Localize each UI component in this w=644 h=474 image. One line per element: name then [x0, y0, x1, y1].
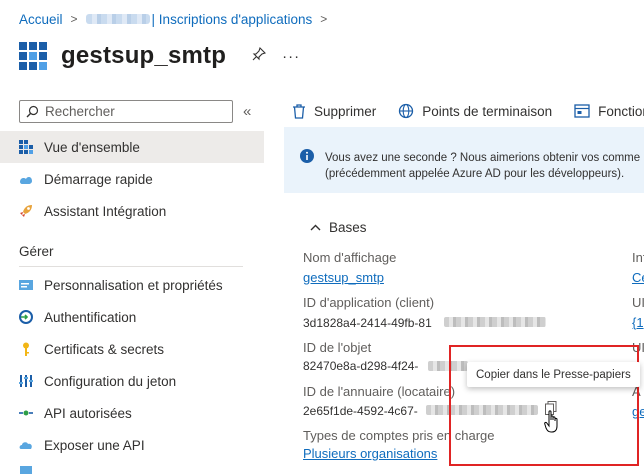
right-col-link-1[interactable]: Ce: [632, 270, 644, 285]
banner-text: Vous avez une seconde ? Nous aimerions o…: [325, 150, 640, 182]
display-name-link[interactable]: gestsup_smtp: [303, 270, 384, 285]
sidebar: « Vue d'ensemble Démarrage rapide Assist…: [0, 96, 264, 474]
breadcrumb-home-link[interactable]: Accueil: [19, 12, 63, 27]
sidebar-item-branding[interactable]: Personnalisation et propriétés: [0, 269, 264, 301]
object-id-value: 82470e8a-d298-4f24-: [303, 359, 419, 373]
sidebar-item-partial[interactable]: [0, 461, 264, 474]
endpoints-button[interactable]: Points de terminaison: [398, 103, 552, 119]
sidebar-item-quickstart[interactable]: Démarrage rapide: [0, 163, 264, 195]
sidebar-item-label: API autorisées: [44, 405, 132, 421]
delete-button[interactable]: Supprimer: [292, 104, 376, 119]
banner-line-1: Vous avez une seconde ? Nous aimerions o…: [325, 152, 641, 164]
command-bar: Supprimer Points de terminaison Fonction…: [284, 96, 644, 126]
app-id-value: 3d1828a4-2414-49fb-81: [303, 316, 432, 330]
search-input[interactable]: [45, 104, 225, 119]
redacted-app-id: [444, 317, 546, 327]
sidebar-item-label: Certificats & secrets: [44, 341, 165, 357]
sidebar-item-label: Assistant Intégration: [44, 203, 167, 219]
search-icon: [26, 105, 39, 118]
sidebar-item-label: Exposer une API: [44, 437, 145, 453]
banner-line-2: (précédemment appelée Azure AD pour les …: [325, 168, 625, 180]
right-col-label-2: UI: [632, 295, 644, 310]
sidebar-item-label: Configuration du jeton: [44, 373, 177, 389]
sidebar-item-label: Personnalisation et propriétés: [44, 277, 223, 293]
breadcrumb-app-registrations-link[interactable]: | Inscriptions d'applications: [152, 12, 313, 27]
divider: [19, 266, 243, 267]
sidebar-item-label: Authentification: [44, 309, 137, 325]
chevron-right-icon: >: [70, 12, 78, 26]
tenant-id-label: ID de l'annuaire (locataire): [303, 384, 456, 399]
key-icon: [17, 340, 35, 358]
pin-icon[interactable]: [252, 46, 267, 65]
search-box[interactable]: [19, 100, 233, 123]
quickstart-icon: [17, 170, 35, 188]
section-header-manage: Gérer: [19, 244, 54, 259]
features-button[interactable]: Fonctionnal: [574, 104, 644, 119]
breadcrumb: Accueil > | Inscriptions d'applications …: [19, 10, 335, 28]
chevron-right-icon: >: [320, 12, 328, 26]
sidebar-item-integration-assistant[interactable]: Assistant Intégration: [0, 195, 264, 227]
trash-icon: [292, 103, 306, 119]
globe-icon: [398, 103, 414, 119]
chevron-up-icon: [310, 224, 321, 231]
endpoints-label: Points de terminaison: [422, 103, 553, 119]
right-col-label-1: Inf: [632, 250, 644, 265]
cloud-icon: [17, 436, 35, 454]
sidebar-item-label: Vue d'ensemble: [44, 139, 140, 155]
api-permissions-icon: [17, 404, 35, 422]
features-label: Fonctionnal: [598, 103, 644, 119]
page-title: gestsup_smtp: [61, 42, 227, 69]
overview-icon: [17, 138, 35, 156]
authentication-icon: [17, 308, 35, 326]
delete-label: Supprimer: [314, 103, 377, 119]
tenant-id-value: 2e65f1de-4592-4c67-: [303, 404, 418, 418]
sidebar-item-authentication[interactable]: Authentification: [0, 301, 264, 333]
essentials-label: Bases: [329, 220, 367, 235]
sidebar-item-overview[interactable]: Vue d'ensemble: [0, 131, 264, 163]
token-config-icon: [17, 372, 35, 390]
more-options-icon[interactable]: ···: [282, 48, 300, 65]
title-row: gestsup_smtp ···: [19, 38, 300, 74]
display-name-label: Nom d'affichage: [303, 250, 397, 265]
sidebar-item-label: Démarrage rapide: [44, 171, 153, 187]
branding-icon: [17, 276, 35, 294]
sidebar-item-api-permissions[interactable]: API autorisées: [0, 397, 264, 429]
sidebar-item-certificates[interactable]: Certificats & secrets: [0, 333, 264, 365]
partial-item-icon: [17, 461, 35, 474]
hand-cursor-icon: [544, 410, 562, 437]
app-id-label: ID d'application (client): [303, 295, 435, 310]
sidebar-item-token-config[interactable]: Configuration du jeton: [0, 365, 264, 397]
app-registration-icon: [19, 42, 47, 70]
essentials-toggle[interactable]: Bases: [310, 220, 367, 235]
account-types-link[interactable]: Plusieurs organisations: [303, 446, 437, 461]
right-col-link-2[interactable]: {1: [632, 315, 644, 330]
preview-features-icon: [574, 104, 590, 118]
info-icon: [300, 149, 314, 166]
object-id-label: ID de l'objet: [303, 340, 372, 355]
rocket-icon: [17, 202, 35, 220]
info-banner: Vous avez une seconde ? Nous aimerions o…: [284, 127, 644, 193]
sidebar-item-expose-api[interactable]: Exposer une API: [0, 429, 264, 461]
collapse-sidebar-icon[interactable]: «: [243, 103, 251, 120]
copy-tooltip: Copier dans le Presse-papiers: [467, 362, 640, 387]
redacted-tenant-name: [85, 14, 150, 24]
